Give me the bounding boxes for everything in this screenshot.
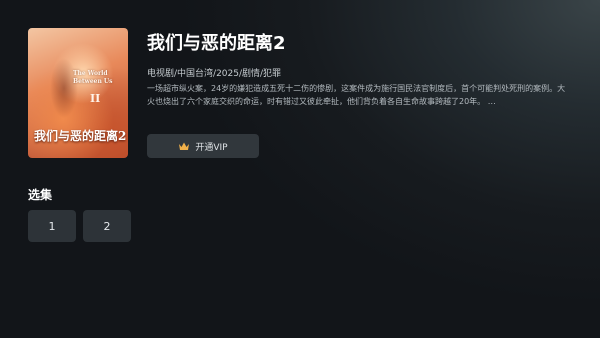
poster-figure: [50, 58, 78, 118]
episode-button-1[interactable]: 1: [28, 210, 76, 242]
poster-image: The World Between Us II 我们与恶的距离2: [28, 28, 128, 158]
page-title: 我们与恶的距离2: [147, 33, 286, 54]
open-vip-label: 开通VIP: [195, 142, 228, 153]
open-vip-button[interactable]: 开通VIP: [147, 134, 259, 158]
episodes-section-title: 选集: [28, 188, 53, 202]
poster-english-title: The World Between Us: [73, 70, 113, 85]
show-meta: 电视剧/中国台湾/2025/剧情/犯罪: [147, 69, 282, 79]
episode-list: 1 2: [28, 210, 131, 242]
poster-chinese-title: 我们与恶的距离2: [34, 129, 127, 143]
crown-icon: [178, 141, 190, 151]
poster-season-numeral: II: [90, 92, 101, 105]
show-description: 一场超市纵火案，24岁的嫌犯造成五死十二伤的惨剧，这案件成为施行国民法官制度后，…: [147, 84, 566, 106]
episode-button-2[interactable]: 2: [83, 210, 131, 242]
